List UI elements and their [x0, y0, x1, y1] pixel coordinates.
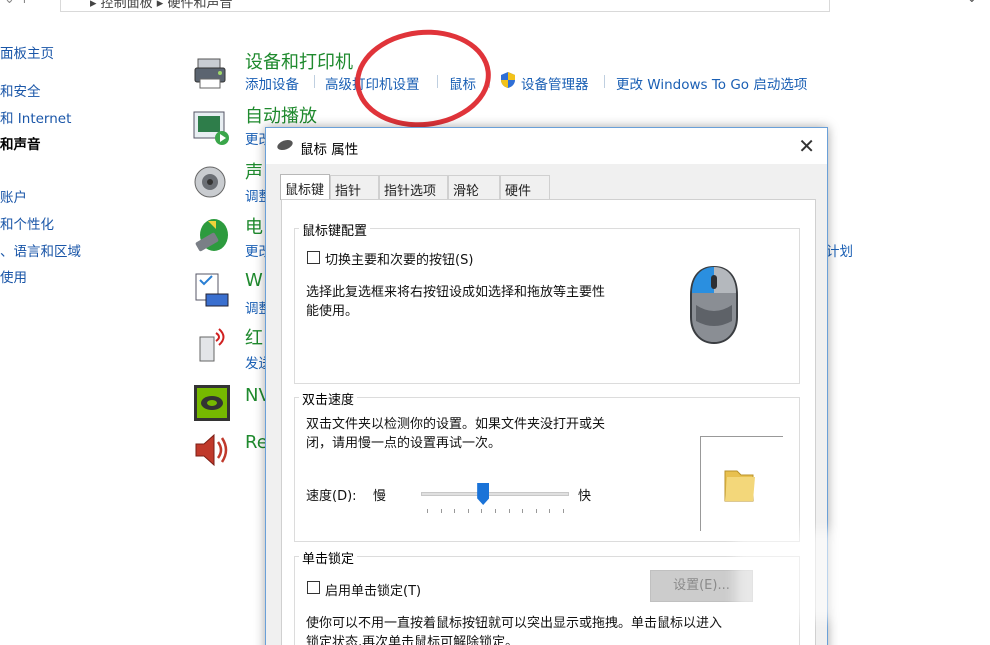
add-device-link[interactable]: 添加设备 [245, 73, 299, 93]
mobility-title[interactable]: W [245, 270, 263, 291]
slider-tick [467, 509, 469, 513]
address-bar: ⌄ ↑ ▸ 控制面板 ▸ 硬件和声音 ⌄ [0, 0, 990, 12]
shield-icon [501, 72, 515, 88]
annotation-circle [350, 23, 496, 134]
button-config-label: 鼠标键配置 [299, 220, 371, 239]
sound-title[interactable]: 声 [245, 158, 263, 184]
printer-icon [194, 58, 226, 89]
devices-printers-title[interactable]: 设备和打印机 [245, 48, 353, 74]
double-click-desc-1: 双击文件夹以检测你的设置。如果文件夹没打开或关 [306, 417, 606, 432]
nav-buttons[interactable]: ⌄ ↑ [4, 0, 30, 7]
control-panel-window: ⌄ ↑ ▸ 控制面板 ▸ 硬件和声音 ⌄ 面板主页 和安全 和 Internet… [0, 0, 990, 645]
slider-tick [535, 509, 537, 513]
realtek-audio-icon [195, 433, 228, 467]
close-icon[interactable]: ✕ [798, 134, 815, 158]
speaker-icon [194, 166, 226, 198]
slider-tick [563, 509, 564, 513]
autoplay-icon [193, 111, 229, 145]
slider-tick [495, 509, 496, 513]
nav-item-home[interactable]: 面板主页 [0, 42, 54, 62]
button-config-desc-1: 选择此复选框来将右按钮设成如选择和拖放等主要性 [306, 285, 606, 300]
tab-pointers[interactable]: 指针 [330, 175, 379, 199]
speed-label: 速度(D): [306, 489, 357, 504]
slider-tick [522, 509, 524, 513]
double-click-label: 双击速度 [299, 389, 358, 408]
tab-pointer-options[interactable]: 指针选项 [379, 175, 448, 199]
device-manager-link[interactable]: 设备管理器 [521, 73, 589, 93]
click-lock-desc-2: 锁定状态,再次单击鼠标可解除锁定。 [306, 635, 519, 645]
folder-icon[interactable] [723, 465, 757, 503]
slider-tick [427, 509, 428, 513]
mobility-center-icon [195, 273, 229, 307]
slider-tick [549, 509, 551, 513]
nav-item-accounts[interactable]: 账户 [0, 186, 27, 206]
watermark [735, 530, 965, 620]
nav-item-hardware-sound[interactable]: 和声音 [0, 133, 41, 153]
infrared-icon [199, 328, 225, 362]
slider-tick [440, 509, 442, 513]
power-plan-link-fragment[interactable]: 计划 [826, 240, 853, 260]
power-title[interactable]: 电 [245, 213, 263, 239]
dialog-title: 鼠标 属性 [300, 142, 359, 158]
tab-buttons[interactable]: 鼠标键 [280, 174, 330, 200]
mouse-preview-icon [690, 265, 738, 345]
power-options-icon [195, 219, 228, 252]
tab-hardware[interactable]: 硬件 [500, 175, 550, 199]
tab-wheel[interactable]: 滑轮 [448, 175, 500, 199]
nav-item-ease[interactable]: 使用 [0, 266, 27, 286]
fast-label: 快 [578, 489, 592, 504]
click-lock-checkbox-label[interactable]: 启用单击锁定(T) [325, 580, 421, 599]
click-lock-checkbox[interactable] [307, 581, 320, 594]
nav-item-security[interactable]: 和安全 [0, 80, 41, 100]
nav-item-region[interactable]: 、语言和区域 [0, 240, 81, 260]
switch-buttons-label[interactable]: 切换主要和次要的按钮(S) [325, 249, 473, 268]
test-area[interactable] [700, 436, 783, 531]
double-click-desc-2: 闭，请用慢一点的设置再试一次。 [306, 436, 502, 451]
chevron-down-icon[interactable]: ⌄ [966, 0, 978, 6]
slow-label: 慢 [373, 489, 387, 504]
windows-to-go-link[interactable]: 更改 Windows To Go 启动选项 [616, 73, 807, 93]
double-click-speed-slider[interactable] [421, 492, 569, 496]
slider-tick [481, 509, 483, 513]
breadcrumb[interactable]: ▸ 控制面板 ▸ 硬件和声音 [90, 0, 232, 11]
click-lock-label: 单击锁定 [299, 548, 358, 567]
autoplay-title[interactable]: 自动播放 [245, 102, 317, 128]
link-separator [604, 75, 605, 88]
mouse-icon [277, 139, 293, 151]
click-lock-desc-1: 使你可以不用一直按着鼠标按钮就可以突出显示或拖拽。单击鼠标以进入 [306, 616, 723, 631]
slider-tick [454, 509, 456, 513]
nav-item-internet[interactable]: 和 Internet [0, 107, 71, 127]
slider-tick [508, 509, 510, 513]
link-separator [314, 75, 315, 88]
nvidia-icon [194, 385, 230, 421]
dialog-titlebar[interactable]: 鼠标 属性 ✕ [266, 128, 827, 164]
nav-item-personalization[interactable]: 和个性化 [0, 213, 54, 233]
switch-buttons-checkbox[interactable] [307, 251, 320, 264]
button-config-desc-2: 能使用。 [306, 304, 359, 319]
infrared-title[interactable]: 红 [245, 324, 263, 350]
